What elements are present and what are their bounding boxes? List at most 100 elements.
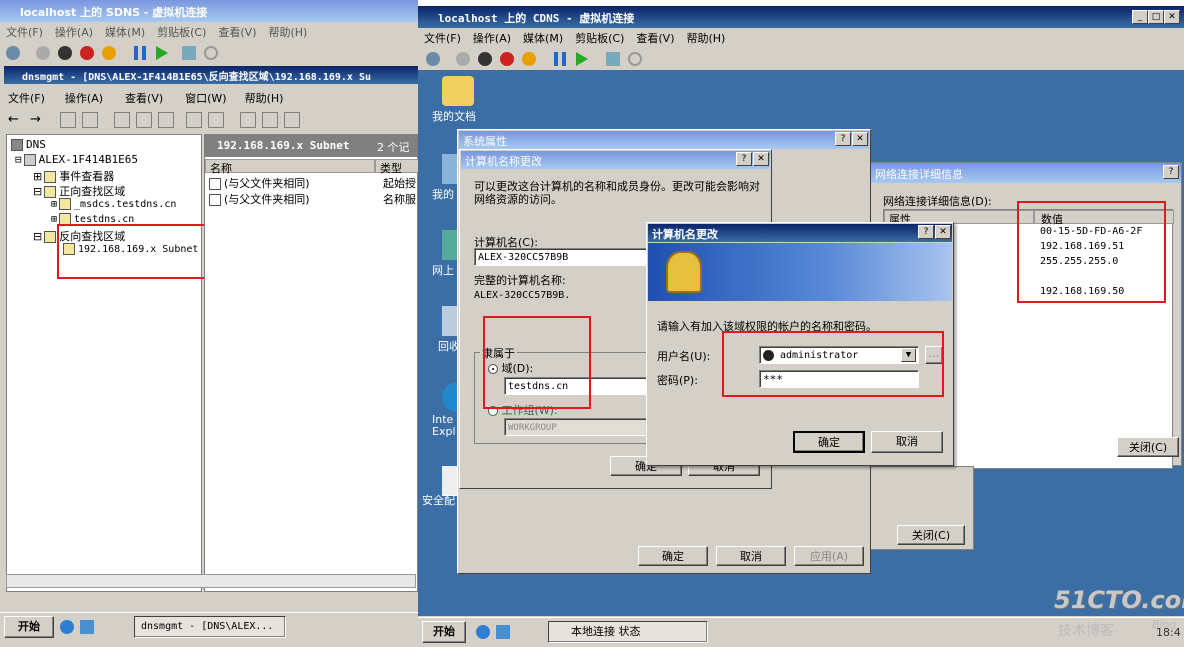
ie-icon[interactable] xyxy=(60,620,74,634)
tree-item-dns[interactable]: DNS xyxy=(11,138,46,151)
pause-icon[interactable] xyxy=(554,52,566,66)
highlight-credentials xyxy=(722,331,944,397)
left-vm-titlebar[interactable]: localhost 上的 SDNS - 虚拟机连接 xyxy=(0,0,418,22)
start-icon[interactable] xyxy=(36,46,50,60)
net-status-close-button[interactable]: 关闭(C) xyxy=(897,525,965,545)
start-button[interactable]: 开始 xyxy=(4,616,54,638)
record2-icon[interactable] xyxy=(262,112,278,128)
mmc-menu-action[interactable]: 操作(A) xyxy=(65,92,103,105)
menu-help[interactable]: 帮助(H) xyxy=(686,32,725,45)
help-icon[interactable]: ? xyxy=(918,225,934,239)
credentials-cancel-button[interactable]: 取消 xyxy=(871,431,943,453)
mmc-menu-file[interactable]: 文件(F) xyxy=(8,92,45,105)
menu-file[interactable]: 文件(F) xyxy=(424,32,461,45)
stop-icon[interactable] xyxy=(478,52,492,66)
power-icon[interactable] xyxy=(522,52,536,66)
resume-icon[interactable] xyxy=(156,46,168,60)
tree-item-forward-zones[interactable]: ⊟ 正向查找区域 xyxy=(33,183,125,199)
ie-icon[interactable] xyxy=(476,625,490,639)
shutdown-icon[interactable] xyxy=(500,52,514,66)
desktop-icon[interactable] xyxy=(80,620,94,634)
close-icon[interactable]: ✕ xyxy=(852,132,868,146)
workgroup-input[interactable]: WORKGROUP xyxy=(504,418,654,436)
col-name[interactable]: 名称 xyxy=(205,159,375,175)
menu-help[interactable]: 帮助(H) xyxy=(268,26,307,39)
menu-clipboard[interactable]: 剪贴板(C) xyxy=(575,32,624,45)
horizontal-scrollbar[interactable] xyxy=(6,574,416,588)
help-icon[interactable]: ? xyxy=(835,132,851,146)
server-icon[interactable] xyxy=(208,112,224,128)
computer-name-input[interactable]: ALEX-320CC57B9B xyxy=(474,248,654,266)
name-change-titlebar[interactable]: 计算机名称更改 ? ✕ xyxy=(461,151,770,169)
record-icon[interactable] xyxy=(240,112,256,128)
menu-view[interactable]: 查看(V) xyxy=(218,26,256,39)
menu-clipboard[interactable]: 剪贴板(C) xyxy=(157,26,206,39)
export-icon[interactable] xyxy=(158,112,174,128)
mmc-title: dnsmgmt - [DNS\ALEX-1F414B1E65\反向查找区域\19… xyxy=(22,72,371,83)
left-vm-title: localhost 上的 SDNS - 虚拟机连接 xyxy=(20,6,208,19)
revert-icon[interactable] xyxy=(628,52,642,66)
sysprops-titlebar[interactable]: 系统属性 ? ✕ xyxy=(459,131,869,149)
list-row[interactable]: (与父文件夹相同) xyxy=(209,175,310,191)
credentials-titlebar[interactable]: 计算机名更改 ? ✕ xyxy=(648,224,952,242)
mmc-menubar: 文件(F) 操作(A) 查看(V) 窗口(W) 帮助(H) xyxy=(8,90,295,106)
back-arrow-icon[interactable]: ← xyxy=(8,112,19,127)
help-icon[interactable] xyxy=(186,112,202,128)
menu-action[interactable]: 操作(A) xyxy=(473,32,511,45)
left-vm-window: localhost 上的 SDNS - 虚拟机连接 文件(F) 操作(A) 媒体(M… xyxy=(0,0,419,647)
record3-icon[interactable] xyxy=(284,112,300,128)
mmc-menu-window[interactable]: 窗口(W) xyxy=(185,92,226,105)
start-icon[interactable] xyxy=(456,52,470,66)
forward-arrow-icon[interactable]: → xyxy=(30,112,41,127)
mmc-titlebar[interactable]: dnsmgmt - [DNS\ALEX-1F414B1E65\反向查找区域\19… xyxy=(4,66,418,84)
minimize-icon[interactable]: _ xyxy=(1132,10,1148,24)
refresh-icon[interactable] xyxy=(136,112,152,128)
help-icon[interactable]: ? xyxy=(736,152,752,166)
my-documents-icon[interactable] xyxy=(442,76,474,106)
properties-icon[interactable] xyxy=(114,112,130,128)
power-icon[interactable] xyxy=(102,46,116,60)
menu-file[interactable]: 文件(F) xyxy=(6,26,43,39)
shutdown-icon[interactable] xyxy=(80,46,94,60)
sysprops-cancel-button[interactable]: 取消 xyxy=(716,546,786,566)
credentials-ok-button[interactable]: 确定 xyxy=(793,431,865,453)
mmc-menu-view[interactable]: 查看(V) xyxy=(125,92,163,105)
desktop-icon[interactable] xyxy=(496,625,510,639)
desktop-label: 网上 xyxy=(432,264,454,277)
net-details-close-button[interactable]: 关闭(C) xyxy=(1117,437,1179,457)
start-button[interactable]: 开始 xyxy=(422,621,466,643)
revert-icon[interactable] xyxy=(204,46,218,60)
menu-media[interactable]: 媒体(M) xyxy=(105,26,145,39)
zone-icon xyxy=(59,198,72,210)
mmc-menu-help[interactable]: 帮助(H) xyxy=(245,92,284,105)
snapshot-icon[interactable] xyxy=(182,46,196,60)
ctrl-alt-del-icon[interactable] xyxy=(426,52,440,66)
stop-icon[interactable] xyxy=(58,46,72,60)
menu-view[interactable]: 查看(V) xyxy=(636,32,674,45)
ctrl-alt-del-icon[interactable] xyxy=(6,46,20,60)
resume-icon[interactable] xyxy=(576,52,588,66)
list-row[interactable]: (与父文件夹相同) xyxy=(209,191,310,207)
help-icon[interactable]: ? xyxy=(1163,165,1179,179)
record-icon xyxy=(209,178,221,190)
up-folder-icon[interactable] xyxy=(60,112,76,128)
menu-media[interactable]: 媒体(M) xyxy=(523,32,563,45)
col-type[interactable]: 类型 xyxy=(375,159,419,175)
taskbar-dnsmgmt[interactable]: dnsmgmt - [DNS\ALEX... xyxy=(134,616,286,638)
menu-action[interactable]: 操作(A) xyxy=(55,26,93,39)
taskbar-local-connection[interactable]: 本地连接 状态 xyxy=(548,621,708,643)
net-details-titlebar[interactable]: 网络连接详细信息 ? xyxy=(871,163,1181,183)
close-icon[interactable]: ✕ xyxy=(753,152,769,166)
right-vm-titlebar[interactable]: localhost 上的 CDNS - 虚拟机连接 _ □ ✕ xyxy=(418,6,1184,28)
show-tree-icon[interactable] xyxy=(82,112,98,128)
tree-item-server[interactable]: ⊟ ALEX-1F414B1E65 xyxy=(15,153,138,166)
close-icon[interactable]: ✕ xyxy=(1164,10,1180,24)
pause-icon[interactable] xyxy=(134,46,146,60)
close-icon[interactable]: ✕ xyxy=(935,225,951,239)
tree-item-msdcs[interactable]: ⊞ _msdcs.testdns.cn xyxy=(51,198,176,210)
sysprops-apply-button[interactable]: 应用(A) xyxy=(794,546,864,566)
snapshot-icon[interactable] xyxy=(606,52,620,66)
maximize-icon[interactable]: □ xyxy=(1148,10,1164,24)
tree-item-eventviewer[interactable]: ⊞ 事件查看器 xyxy=(33,168,114,184)
sysprops-ok-button[interactable]: 确定 xyxy=(638,546,708,566)
